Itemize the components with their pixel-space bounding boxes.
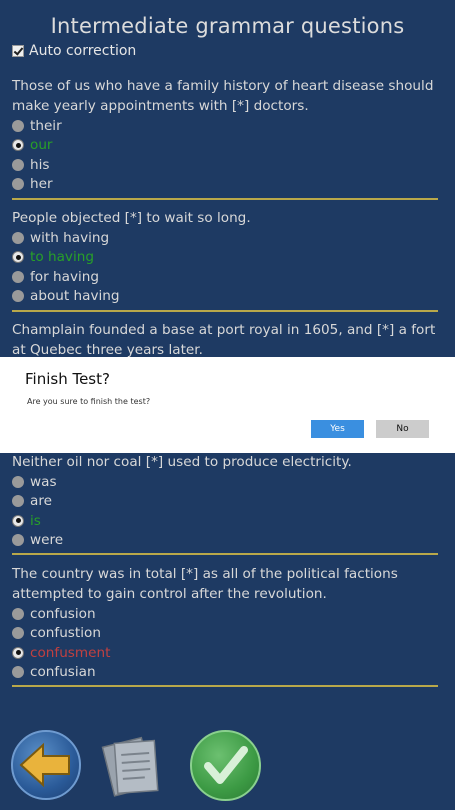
question-separator bbox=[12, 198, 438, 200]
auto-correction-toggle[interactable]: Auto correction bbox=[12, 43, 136, 59]
question-5: The country was in total [*] as all of t… bbox=[12, 564, 444, 682]
answer-option-selected[interactable]: our bbox=[12, 136, 444, 156]
no-button[interactable]: No bbox=[376, 420, 429, 438]
question-text: The country was in total [*] as all of t… bbox=[12, 566, 398, 602]
answer-option[interactable]: their bbox=[12, 116, 444, 136]
question-separator bbox=[12, 685, 438, 687]
answer-option[interactable]: about having bbox=[12, 287, 444, 307]
radio-button[interactable] bbox=[12, 666, 24, 679]
radio-button-selected[interactable] bbox=[12, 139, 24, 152]
auto-correction-checkbox[interactable] bbox=[12, 45, 24, 57]
dialog-message: Are you sure to finish the test? bbox=[27, 397, 151, 406]
answer-option-selected[interactable]: to having bbox=[12, 248, 444, 268]
radio-button[interactable] bbox=[12, 119, 24, 132]
checkmark-icon bbox=[204, 746, 248, 784]
radio-button[interactable] bbox=[12, 475, 24, 488]
back-button[interactable] bbox=[11, 730, 81, 800]
dialog-title: Finish Test? bbox=[25, 370, 110, 388]
answer-option[interactable]: confustion bbox=[12, 624, 444, 644]
question-text: People objected [*] to wait so long. bbox=[12, 210, 251, 226]
answer-option-selected[interactable]: is bbox=[12, 511, 444, 531]
radio-button[interactable] bbox=[12, 627, 24, 640]
radio-button[interactable] bbox=[12, 534, 24, 547]
question-2: People objected [*] to wait so long. wit… bbox=[12, 208, 444, 306]
finish-test-dialog: Finish Test? Are you sure to finish the … bbox=[0, 357, 455, 453]
question-separator bbox=[12, 553, 438, 555]
answer-option-selected[interactable]: confusment bbox=[12, 643, 444, 663]
quiz-page: Intermediate grammar questions Auto corr… bbox=[0, 0, 455, 810]
radio-button[interactable] bbox=[12, 607, 24, 620]
radio-button-selected[interactable] bbox=[12, 251, 24, 264]
finish-button[interactable] bbox=[190, 730, 261, 801]
answer-option[interactable]: for having bbox=[12, 267, 444, 287]
bottom-toolbar bbox=[0, 720, 455, 810]
answer-option[interactable]: with having bbox=[12, 228, 444, 248]
question-separator bbox=[12, 310, 438, 312]
answer-option[interactable]: were bbox=[12, 531, 444, 551]
question-text: Those of us who have a family history of… bbox=[12, 78, 434, 114]
answer-option[interactable]: confusian bbox=[12, 663, 444, 683]
radio-button[interactable] bbox=[12, 290, 24, 303]
answer-option[interactable]: his bbox=[12, 155, 444, 175]
radio-button[interactable] bbox=[12, 495, 24, 508]
radio-button[interactable] bbox=[12, 178, 24, 191]
auto-correction-label: Auto correction bbox=[29, 43, 137, 59]
question-text: Neither oil nor coal [*] used to produce… bbox=[12, 454, 352, 470]
question-1: Those of us who have a family history of… bbox=[12, 76, 444, 194]
page-title: Intermediate grammar questions bbox=[50, 14, 405, 38]
radio-button[interactable] bbox=[12, 231, 24, 244]
documents-button[interactable] bbox=[98, 732, 172, 800]
question-4: Neither oil nor coal [*] used to produce… bbox=[12, 452, 444, 550]
yes-button[interactable]: Yes bbox=[311, 420, 364, 438]
question-text: Champlain founded a base at port royal i… bbox=[12, 322, 436, 358]
radio-button-selected[interactable] bbox=[12, 514, 24, 527]
radio-button[interactable] bbox=[12, 158, 24, 171]
radio-button[interactable] bbox=[12, 270, 24, 283]
answer-option[interactable]: are bbox=[12, 492, 444, 512]
answer-option[interactable]: her bbox=[12, 175, 444, 195]
radio-button-selected[interactable] bbox=[12, 646, 24, 659]
back-arrow-icon bbox=[19, 742, 70, 788]
answer-option[interactable]: was bbox=[12, 472, 444, 492]
question-3: Champlain founded a base at port royal i… bbox=[12, 320, 444, 360]
answer-option[interactable]: confusion bbox=[12, 604, 444, 624]
documents-icon bbox=[101, 736, 159, 797]
